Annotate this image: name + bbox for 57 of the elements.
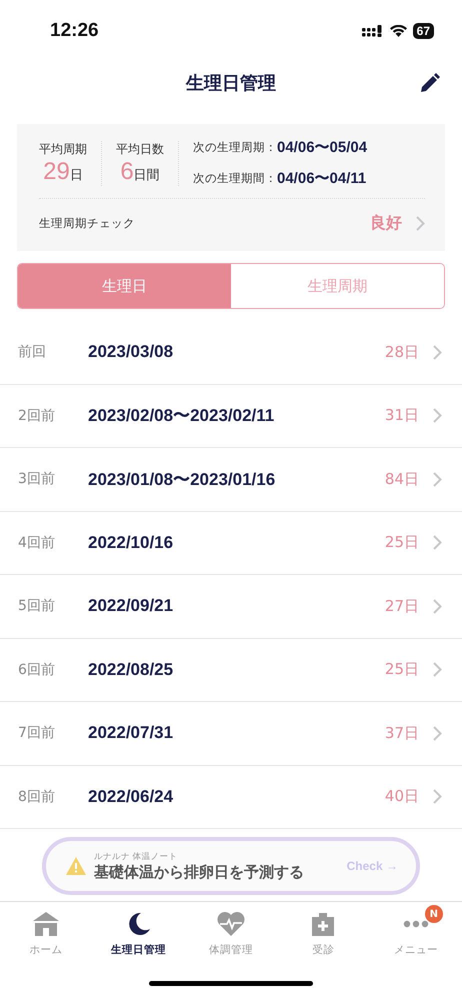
stat-value: 29 日 xyxy=(43,158,83,186)
cycle-days: 84日 xyxy=(384,470,419,489)
chevron-icon xyxy=(433,598,442,614)
forecast-value: 04/06〜05/04 xyxy=(277,138,368,157)
wifi-icon xyxy=(390,25,407,37)
period-date[interactable]: 2022/08/25 xyxy=(88,660,385,680)
period-index: 5回前 xyxy=(18,597,56,616)
period-index: 前回 xyxy=(18,343,47,362)
cycle-days: 25日 xyxy=(384,660,419,680)
check-label: 生理周期チェック xyxy=(39,216,136,230)
period-date[interactable]: 2023/02/08〜2023/02/11 xyxy=(88,404,385,428)
chevron-icon xyxy=(433,344,442,360)
chevron-icon xyxy=(433,472,442,487)
forecast-value: 04/06〜04/11 xyxy=(277,169,366,188)
stat-value: 6日間 xyxy=(120,158,160,186)
chevron-icon xyxy=(433,408,442,424)
cycle-days: 31日 xyxy=(384,406,419,426)
banner-caption: ルナルナ 体温ノート xyxy=(94,850,179,862)
period-date[interactable]: 2022/06/24 xyxy=(88,786,385,807)
cycle-days: 25日 xyxy=(384,533,419,552)
cycle-days: 27日 xyxy=(384,596,419,616)
period-index: 7回前 xyxy=(18,724,56,742)
forecast-label: 次の生理期間： xyxy=(193,171,277,186)
battery-level: 67 xyxy=(412,23,434,39)
moon-icon xyxy=(126,912,151,936)
cycle-days: 37日 xyxy=(384,724,419,743)
period-index: 6回前 xyxy=(18,660,56,679)
signal-icon xyxy=(362,25,384,37)
period-date[interactable]: 2022/09/21 xyxy=(88,596,385,616)
stat-label: 平均周期 xyxy=(39,140,87,158)
chevron-icon xyxy=(433,726,442,741)
heart-pulse-icon xyxy=(217,912,246,936)
period-index: 8回前 xyxy=(18,788,56,806)
period-index: 2回前 xyxy=(18,406,56,425)
cycle-days: 28日 xyxy=(384,342,419,362)
warning-icon xyxy=(66,857,86,875)
period-index: 3回前 xyxy=(18,470,56,488)
screen-title: 生理日管理 xyxy=(186,72,276,95)
stat-label: 平均日数 xyxy=(116,140,164,158)
status-time: 12:26 xyxy=(50,20,99,42)
chevron-icon xyxy=(433,662,442,678)
period-date[interactable]: 2022/07/31 xyxy=(88,723,385,744)
home-icon xyxy=(33,912,60,936)
forecast-label: 次の生理周期： xyxy=(193,140,277,155)
cycle-days: 40日 xyxy=(384,787,419,806)
chevron-icon xyxy=(433,789,442,804)
notification-badge: N xyxy=(424,905,443,923)
chevron-icon xyxy=(416,216,425,230)
period-date[interactable]: 2023/03/08 xyxy=(88,342,385,362)
period-date[interactable]: 2022/10/16 xyxy=(88,532,385,553)
period-index: 4回前 xyxy=(18,534,56,552)
medical-bag-icon xyxy=(311,912,336,936)
period-date[interactable]: 2023/01/08〜2023/01/16 xyxy=(88,468,385,491)
edit-icon[interactable] xyxy=(418,71,442,95)
more-icon xyxy=(402,920,429,928)
banner-text: 基礎体温から排卵日を予測する xyxy=(94,862,305,882)
chevron-icon xyxy=(433,535,442,550)
